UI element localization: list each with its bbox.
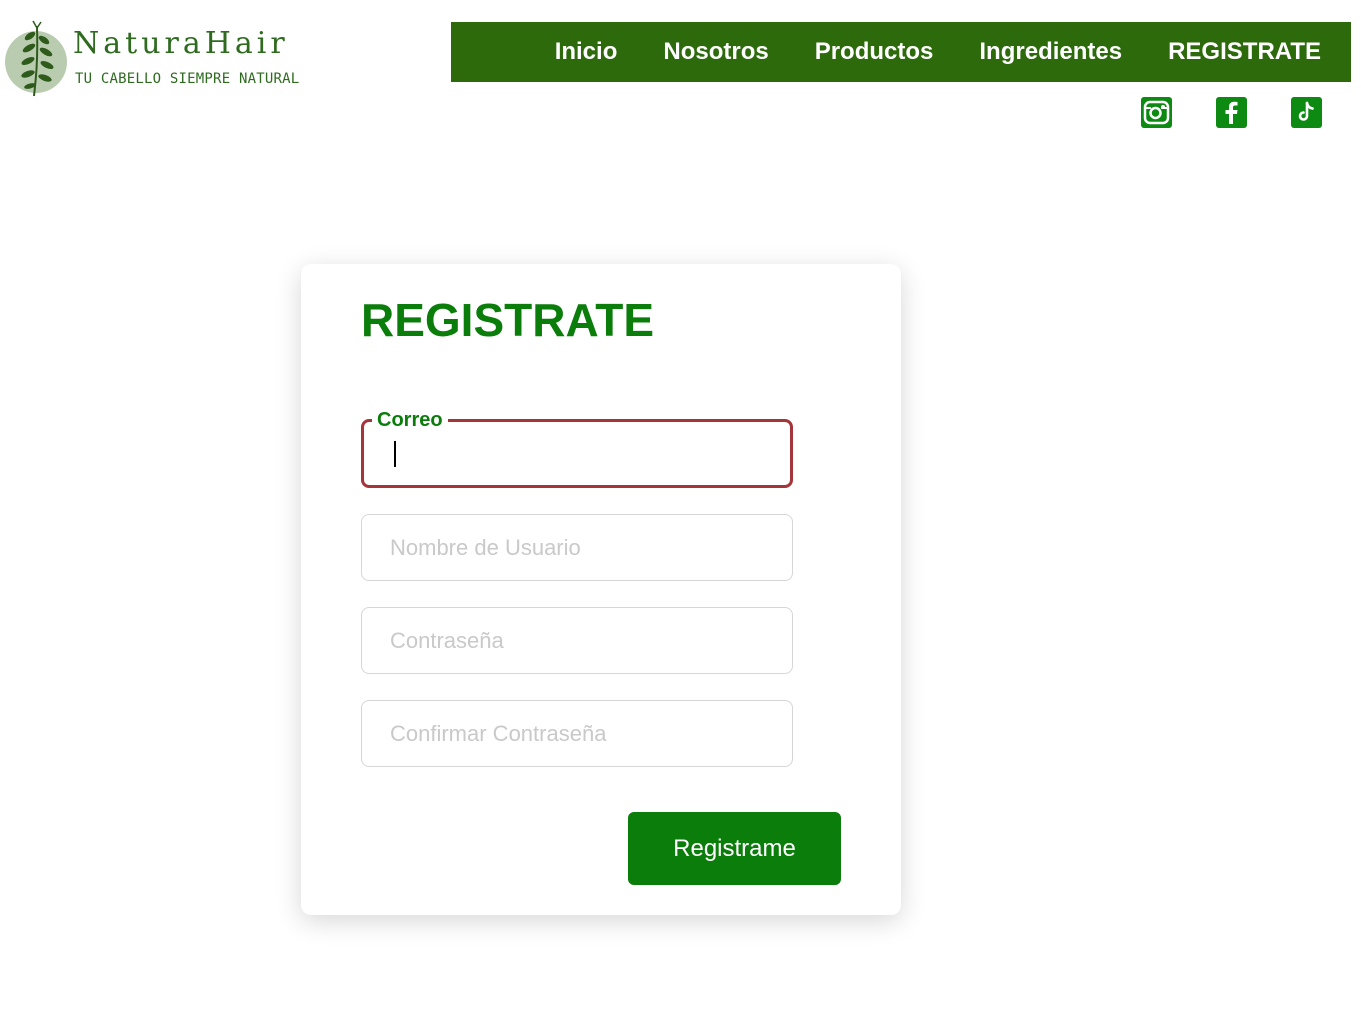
register-card: REGISTRATE Correo Registrame xyxy=(301,264,901,915)
email-input[interactable] xyxy=(392,430,772,470)
password-input[interactable] xyxy=(361,607,793,674)
main-navbar: Inicio Nosotros Productos Ingredientes R… xyxy=(451,22,1351,82)
confirm-password-input[interactable] xyxy=(361,700,793,767)
brand-tagline: TU CABELLO SIEMPRE NATURAL xyxy=(75,71,300,87)
nav-item-nosotros[interactable]: Nosotros xyxy=(663,38,768,66)
leaf-branch-icon xyxy=(5,20,67,97)
nav-item-inicio[interactable]: Inicio xyxy=(555,38,618,66)
brand-logo[interactable]: NaturaHair TU CABELLO SIEMPRE NATURAL xyxy=(4,20,304,100)
nav-item-registrate[interactable]: REGISTRATE xyxy=(1168,38,1321,66)
nav-item-ingredientes[interactable]: Ingredientes xyxy=(979,38,1122,66)
instagram-icon xyxy=(1143,100,1170,125)
tiktok-icon xyxy=(1298,101,1314,121)
tiktok-link[interactable] xyxy=(1291,97,1322,128)
nav-item-productos[interactable]: Productos xyxy=(815,38,934,66)
facebook-icon xyxy=(1225,101,1238,124)
text-caret xyxy=(394,441,396,467)
register-submit-button[interactable]: Registrame xyxy=(628,812,841,885)
instagram-link[interactable] xyxy=(1141,97,1172,128)
facebook-link[interactable] xyxy=(1216,97,1247,128)
register-title: REGISTRATE xyxy=(361,294,655,346)
username-input[interactable] xyxy=(361,514,793,581)
email-field[interactable]: Correo xyxy=(361,410,793,488)
email-label: Correo xyxy=(377,409,443,431)
brand-name: NaturaHair xyxy=(73,26,289,61)
